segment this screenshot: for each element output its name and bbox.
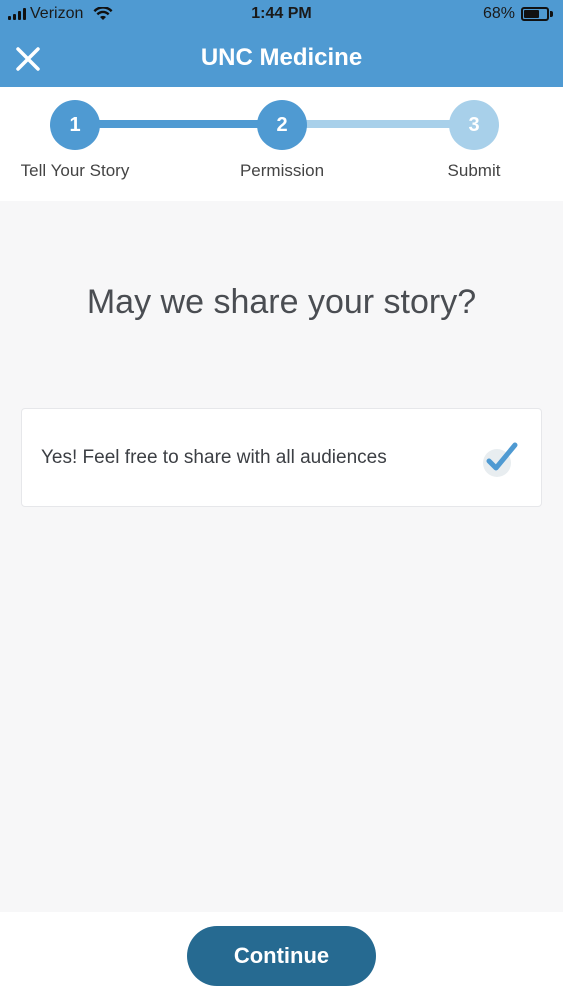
step-connector-complete	[75, 120, 282, 128]
battery-percent: 68%	[482, 5, 515, 22]
battery-icon	[521, 7, 549, 21]
continue-button[interactable]: Continue	[187, 926, 376, 986]
permission-question: May we share your story?	[86, 283, 477, 321]
step-2-label: Permission	[239, 161, 325, 180]
step-3-indicator: 3	[449, 100, 499, 150]
status-bar: Verizon 1:44 PM 68%	[0, 0, 563, 30]
step-1-indicator: 1	[50, 100, 100, 150]
progress-stepper: 1 2 3 Tell Your Story Permission Submit	[0, 87, 563, 201]
checkmark-icon[interactable]	[481, 439, 521, 479]
step-2-indicator: 2	[257, 100, 307, 150]
app-header: Verizon 1:44 PM 68% UNC Medicine	[0, 0, 563, 87]
step-3-label: Submit	[447, 161, 501, 180]
page-title: UNC Medicine	[200, 44, 363, 71]
status-time: 1:44 PM	[251, 5, 312, 22]
step-connector-pending	[282, 120, 474, 128]
battery-indicator: 68%	[483, 5, 553, 23]
share-permission-label: Yes! Feel free to share with all audienc…	[41, 447, 387, 468]
share-permission-option[interactable]: Yes! Feel free to share with all audienc…	[21, 408, 542, 507]
step-1-label: Tell Your Story	[20, 161, 130, 180]
footer-bar: Continue	[0, 912, 563, 1000]
